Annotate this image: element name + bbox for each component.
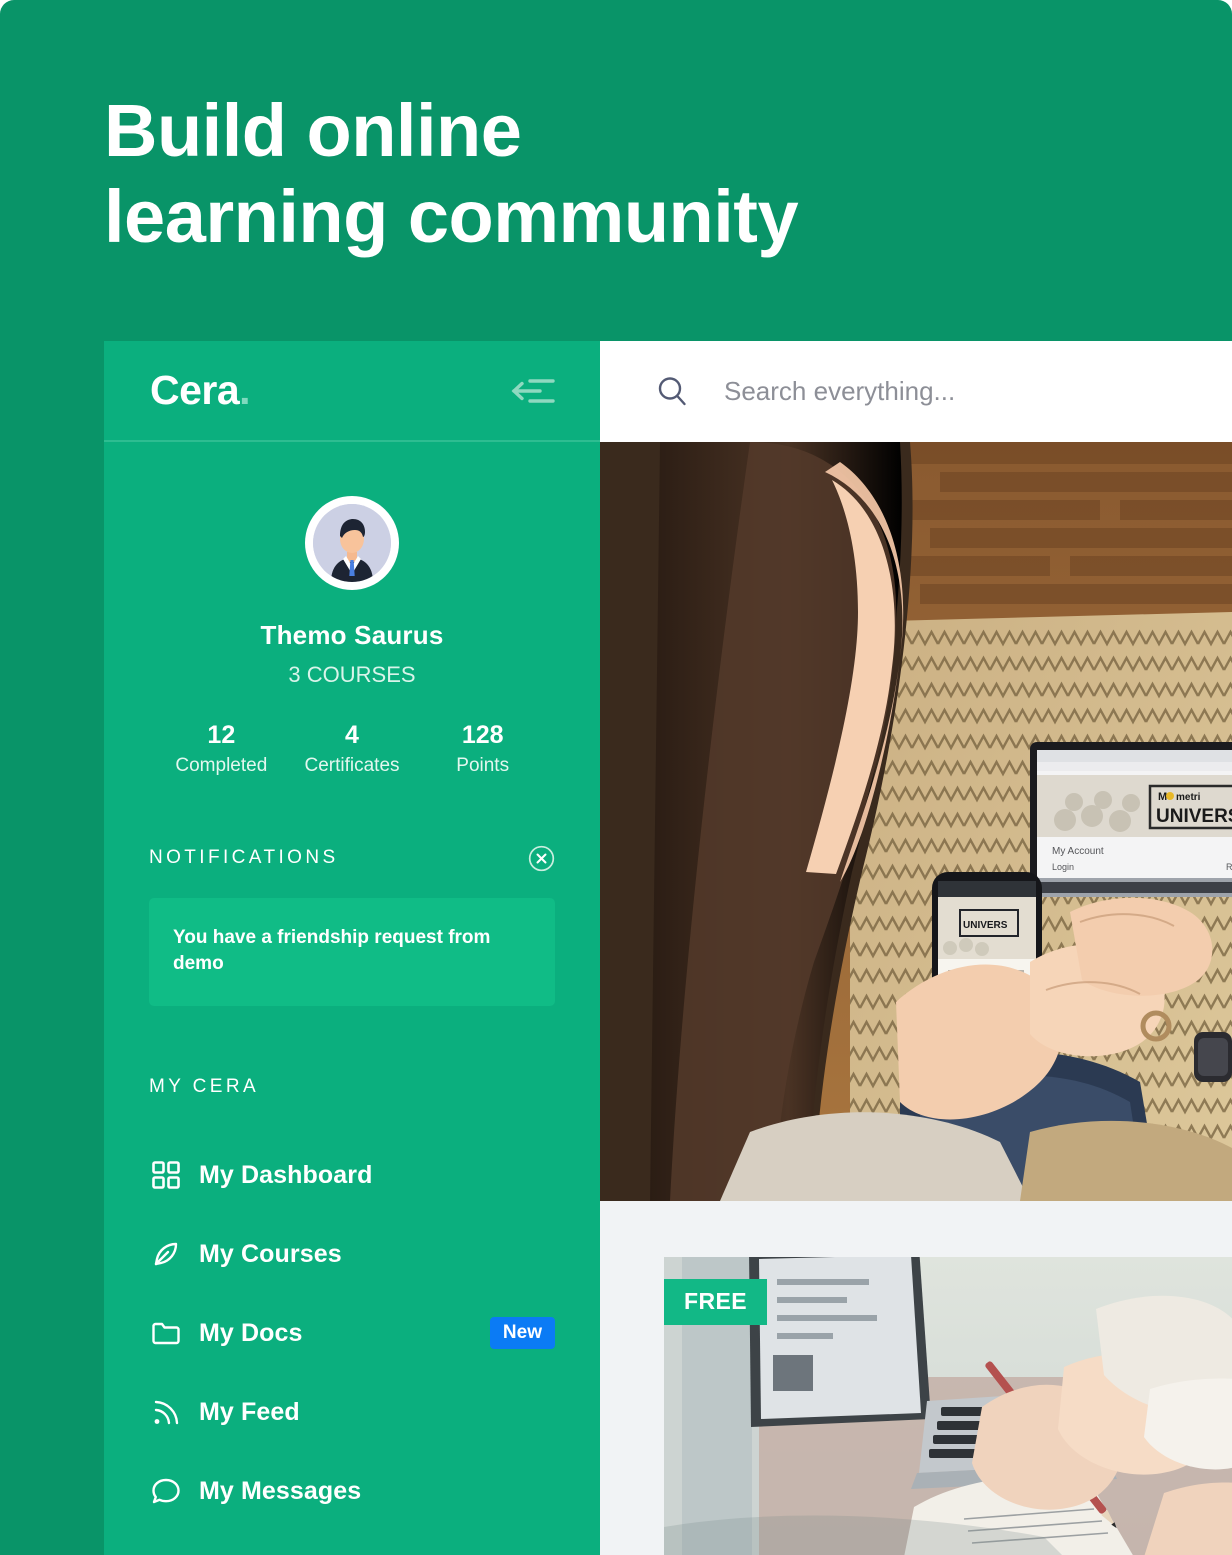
- avatar[interactable]: [305, 496, 399, 590]
- sidebar-item-my-forums[interactable]: My Forums: [104, 1531, 600, 1555]
- brand-logo[interactable]: Cera.: [150, 367, 251, 413]
- notifications-title: NOTIFICATIONS: [149, 847, 339, 869]
- sidebar-item-my-feed-label: My Feed: [199, 1397, 300, 1426]
- stat-certificates: 4 Certificates: [287, 721, 418, 777]
- free-badge: FREE: [664, 1279, 767, 1325]
- grid-icon: [149, 1158, 183, 1192]
- app-window: Cera. Themo Saurus 3 COURSES 12 Complete…: [104, 341, 1232, 1555]
- search-input[interactable]: [724, 376, 1204, 407]
- avatar-illustration: [313, 504, 391, 582]
- sidebar-item-my-courses-label: My Courses: [199, 1239, 342, 1268]
- sidebar-item-my-messages[interactable]: My Messages: [104, 1452, 600, 1531]
- stat-points: 128 Points: [417, 721, 548, 777]
- close-circle-icon[interactable]: [528, 845, 555, 872]
- sidebar-header: Cera.: [104, 341, 600, 442]
- sidebar-item-my-courses[interactable]: My Courses: [104, 1215, 600, 1294]
- folder-icon: [149, 1316, 183, 1350]
- menu-section: MY CERA My Dashboard My Courses My Docs …: [104, 1076, 600, 1555]
- stat-certificates-value: 4: [345, 721, 359, 749]
- stat-points-value: 128: [461, 721, 504, 749]
- rss-icon: [149, 1395, 183, 1429]
- collapse-menu-icon[interactable]: [510, 376, 556, 406]
- course-card-area: FREE: [600, 1201, 1232, 1555]
- sidebar-item-my-dashboard-label: My Dashboard: [199, 1160, 373, 1189]
- stat-completed: 12 Completed: [156, 721, 287, 777]
- status-badge-new: New: [489, 1317, 555, 1350]
- sidebar-item-my-feed[interactable]: My Feed: [104, 1373, 600, 1452]
- sidebar-item-my-messages-label: My Messages: [199, 1476, 362, 1505]
- sidebar-item-my-docs-label: My Docs: [199, 1318, 303, 1347]
- hero-heading-line-1: Build online: [104, 89, 522, 172]
- profile-name: Themo Saurus: [260, 620, 444, 650]
- notifications-header: NOTIFICATIONS: [149, 845, 555, 872]
- brand-logo-text: Cera: [150, 367, 240, 413]
- menu-section-title: MY CERA: [149, 1075, 260, 1097]
- main-content: M metri UNIVERS My Account Login Regis: [600, 341, 1232, 1555]
- svg-text:M: M: [1158, 791, 1167, 803]
- sidebar-item-my-dashboard[interactable]: My Dashboard: [104, 1136, 600, 1215]
- svg-text:My Account: My Account: [1052, 846, 1104, 857]
- svg-text:UNIVERS: UNIVERS: [963, 920, 1008, 931]
- profile-block: Themo Saurus 3 COURSES 12 Completed 4 Ce…: [104, 442, 600, 777]
- feather-icon: [149, 1237, 183, 1271]
- svg-text:Regis: Regis: [1226, 862, 1232, 872]
- course-card[interactable]: FREE: [664, 1257, 1232, 1555]
- svg-text:metri: metri: [1176, 792, 1201, 803]
- notification-item[interactable]: You have a friendship request from demo: [149, 897, 555, 1006]
- hero-heading-line-2: learning community: [104, 175, 799, 258]
- brand-logo-dot: .: [239, 367, 251, 413]
- sidebar: Cera. Themo Saurus 3 COURSES 12 Complete…: [104, 341, 600, 1555]
- notification-item-text: You have a friendship request from demo: [173, 926, 491, 974]
- stat-points-label: Points: [456, 754, 510, 776]
- profile-stats: 12 Completed 4 Certificates 128 Points: [104, 721, 600, 777]
- user-avatar-businessman-icon: [313, 504, 391, 582]
- notifications-section: NOTIFICATIONS You have a friendship requ…: [104, 845, 600, 1006]
- stat-certificates-label: Certificates: [304, 754, 400, 776]
- svg-text:Login: Login: [1052, 862, 1074, 872]
- profile-course-count: 3 COURSES: [288, 662, 416, 687]
- svg-text:UNIVERS: UNIVERS: [1156, 806, 1232, 827]
- search-bar: [600, 341, 1232, 442]
- search-icon[interactable]: [656, 375, 689, 408]
- stat-completed-value: 12: [207, 721, 236, 749]
- hero-photo-illustration: M metri UNIVERS My Account Login Regis: [600, 442, 1232, 1201]
- chat-bubble-icon: [149, 1474, 183, 1508]
- hero-photo: M metri UNIVERS My Account Login Regis: [600, 442, 1232, 1201]
- hero-heading: Build online learning community: [104, 88, 1004, 260]
- menu-list: My Dashboard My Courses My Docs New My F…: [104, 1136, 600, 1555]
- landing-page: Build online learning community Cera. Th…: [0, 0, 1232, 1555]
- sidebar-item-my-docs[interactable]: My Docs New: [104, 1294, 600, 1373]
- stat-completed-label: Completed: [175, 754, 268, 776]
